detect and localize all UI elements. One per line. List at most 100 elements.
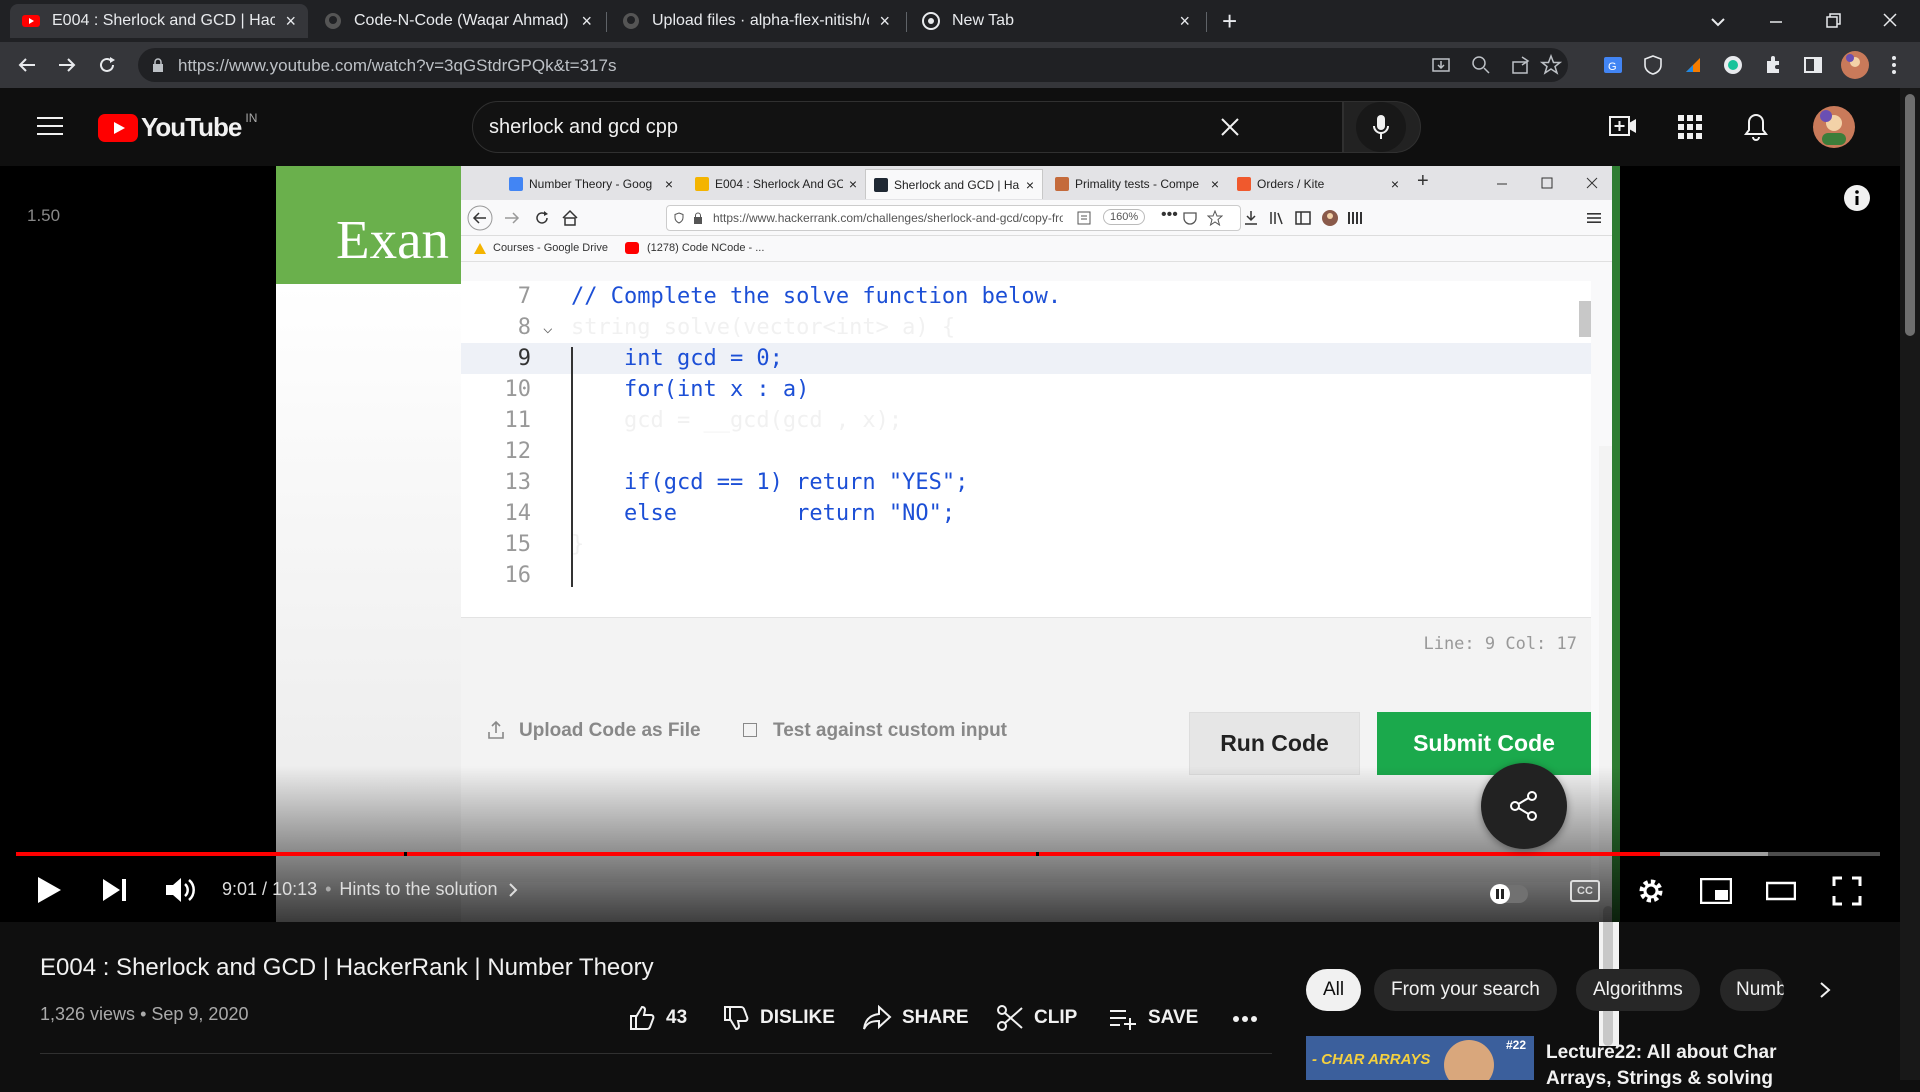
firefox-library-icon bbox=[1270, 212, 1283, 225]
bookmark-star-icon[interactable] bbox=[1540, 54, 1562, 76]
firefox-maximize-icon bbox=[1541, 177, 1553, 189]
related-thumbnail[interactable]: - CHAR ARRAYS #22 bbox=[1306, 1036, 1534, 1080]
new-tab-button[interactable]: + bbox=[1222, 6, 1237, 37]
fullscreen-icon[interactable] bbox=[1832, 876, 1862, 906]
install-icon[interactable] bbox=[1430, 54, 1452, 76]
more-actions-icon[interactable] bbox=[1232, 1015, 1258, 1023]
chip-all[interactable]: All bbox=[1306, 969, 1362, 1011]
save-button[interactable]: SAVE bbox=[1108, 1000, 1198, 1036]
line-number: 10 bbox=[504, 377, 532, 402]
captions-button[interactable]: CC bbox=[1570, 880, 1600, 902]
address-bar: https://www.youtube.com/watch?v=3qGStdrG… bbox=[0, 42, 1920, 88]
time-display: 9:01 / 10:13 • Hints to the solution bbox=[222, 879, 518, 900]
close-window-icon[interactable] bbox=[1880, 10, 1900, 30]
forward-icon[interactable] bbox=[56, 54, 78, 76]
like-button[interactable]: 43 bbox=[628, 1000, 687, 1036]
lock-icon[interactable] bbox=[152, 58, 164, 72]
chip-algorithms[interactable]: Algorithms bbox=[1576, 969, 1700, 1011]
youtube-logo[interactable]: YouTube IN bbox=[98, 111, 257, 143]
upload-date: Sep 9, 2020 bbox=[151, 1004, 249, 1024]
create-video-icon[interactable] bbox=[1609, 113, 1637, 139]
chapter-chevron-icon[interactable] bbox=[508, 882, 518, 898]
search-input[interactable]: sherlock and gcd cpp bbox=[489, 116, 678, 139]
chip-number-theory[interactable]: Numb bbox=[1720, 969, 1784, 1011]
minimize-icon[interactable] bbox=[1766, 12, 1786, 32]
theater-mode-icon[interactable] bbox=[1766, 880, 1796, 902]
browser-tab-upload[interactable]: Upload files · alpha-flex-nitish/du × bbox=[610, 4, 902, 38]
grammar-extension-icon[interactable] bbox=[1722, 54, 1744, 76]
next-video-icon[interactable] bbox=[102, 878, 128, 902]
close-tab-icon[interactable]: × bbox=[879, 11, 890, 32]
code-line: 12 bbox=[461, 436, 1591, 467]
code-line: 13 if(gcd == 1) return "YES"; bbox=[461, 467, 1591, 498]
profile-avatar-icon[interactable] bbox=[1840, 50, 1870, 80]
extension-colorful-icon[interactable] bbox=[1682, 54, 1704, 76]
close-tab-icon[interactable]: × bbox=[1179, 11, 1190, 32]
firefox-reload-icon bbox=[536, 211, 548, 224]
tracking-shield-icon bbox=[674, 212, 684, 224]
translate-icon[interactable]: G bbox=[1602, 54, 1624, 76]
close-tab-icon: × bbox=[664, 176, 673, 192]
notifications-bell-icon[interactable] bbox=[1743, 112, 1769, 142]
page-scrollbar-thumb[interactable] bbox=[1905, 94, 1915, 336]
chrome-menu-icon[interactable] bbox=[1888, 54, 1900, 76]
shield-extension-icon[interactable] bbox=[1642, 54, 1664, 76]
related-title[interactable]: Lecture22: All about Char Arrays, String… bbox=[1546, 1040, 1876, 1092]
close-tab-icon[interactable]: × bbox=[285, 11, 296, 32]
code-line: 11 gcd = __gcd(gcd , x); bbox=[461, 405, 1591, 436]
account-avatar-icon[interactable] bbox=[1812, 105, 1856, 149]
hamburger-menu-icon[interactable] bbox=[37, 116, 63, 136]
chips-next-chevron-icon[interactable] bbox=[1818, 980, 1832, 1000]
settings-gear-icon[interactable] bbox=[1636, 876, 1666, 906]
voice-search-button[interactable] bbox=[1356, 102, 1406, 152]
url-text: https://www.youtube.com/watch?v=3qGStdrG… bbox=[178, 56, 617, 75]
browser-tab-youtube[interactable]: E004 : Sherlock and GCD | HackerRank × bbox=[10, 4, 308, 38]
clip-button[interactable]: CLIP bbox=[996, 1000, 1077, 1036]
chapter-title[interactable]: Hints to the solution bbox=[339, 879, 497, 900]
close-tab-icon: × bbox=[1390, 176, 1399, 192]
extensions-puzzle-icon[interactable] bbox=[1762, 54, 1784, 76]
share-button[interactable]: SHARE bbox=[862, 1000, 969, 1036]
firefox-tab-title: Orders / Kite bbox=[1257, 177, 1325, 191]
apps-grid-icon[interactable] bbox=[1678, 115, 1702, 139]
tab-search-chevron-icon[interactable] bbox=[1708, 12, 1728, 32]
page-scrollbar[interactable] bbox=[1900, 88, 1920, 1080]
firefox-sidebar-icon bbox=[1295, 211, 1311, 225]
browser-tab-bar: E004 : Sherlock and GCD | HackerRank × C… bbox=[0, 0, 1920, 42]
progress-bar[interactable] bbox=[16, 852, 1880, 856]
firefox-tab: Number Theory - Goog × bbox=[501, 169, 681, 199]
autoplay-toggle[interactable] bbox=[1490, 884, 1528, 904]
omnibox[interactable]: https://www.youtube.com/watch?v=3qGStdrG… bbox=[138, 48, 1568, 82]
back-icon[interactable] bbox=[16, 54, 38, 76]
video-player[interactable]: 1.50 Exan Number Theory - Goog × E004 : … bbox=[0, 166, 1920, 1046]
reload-icon[interactable] bbox=[96, 54, 118, 76]
autoplay-knob bbox=[1490, 884, 1510, 904]
browser-tab-newtab[interactable]: New Tab × bbox=[910, 4, 1202, 38]
tab-title: E004 : Sherlock and GCD | HackerRank bbox=[52, 12, 276, 29]
volume-icon[interactable] bbox=[164, 876, 196, 904]
youtube-play-logo-icon bbox=[98, 113, 138, 142]
zoom-icon[interactable] bbox=[1470, 54, 1492, 76]
clear-search-icon[interactable] bbox=[1220, 117, 1240, 137]
svg-text:G: G bbox=[1608, 61, 1617, 73]
close-tab-icon[interactable]: × bbox=[581, 11, 592, 32]
play-icon[interactable] bbox=[36, 876, 62, 904]
info-icon[interactable] bbox=[1843, 184, 1871, 212]
slide-title: Exan bbox=[336, 209, 450, 270]
line-number: 12 bbox=[504, 439, 532, 464]
search-box[interactable]: sherlock and gcd cpp bbox=[472, 101, 1343, 153]
code-line: 15 } bbox=[461, 529, 1591, 560]
dislike-button[interactable]: DISLIKE bbox=[722, 1000, 835, 1036]
custom-input-checkbox bbox=[743, 723, 757, 737]
restore-icon[interactable] bbox=[1823, 11, 1843, 31]
side-panel-icon[interactable] bbox=[1802, 54, 1824, 76]
pause-icon bbox=[1496, 889, 1504, 899]
speed-overlay: 1.50 bbox=[27, 206, 61, 225]
miniplayer-icon[interactable] bbox=[1700, 878, 1732, 904]
youtube-favicon-icon bbox=[22, 15, 40, 27]
share-page-icon[interactable] bbox=[1510, 54, 1532, 76]
share-arrow-icon bbox=[863, 1004, 892, 1030]
browser-tab-codencode[interactable]: Code-N-Code (Waqar Ahmad) × bbox=[312, 4, 604, 38]
related-title-line: Lecture22: All about Char bbox=[1546, 1042, 1777, 1063]
chip-from-your-search[interactable]: From your search bbox=[1374, 969, 1557, 1011]
